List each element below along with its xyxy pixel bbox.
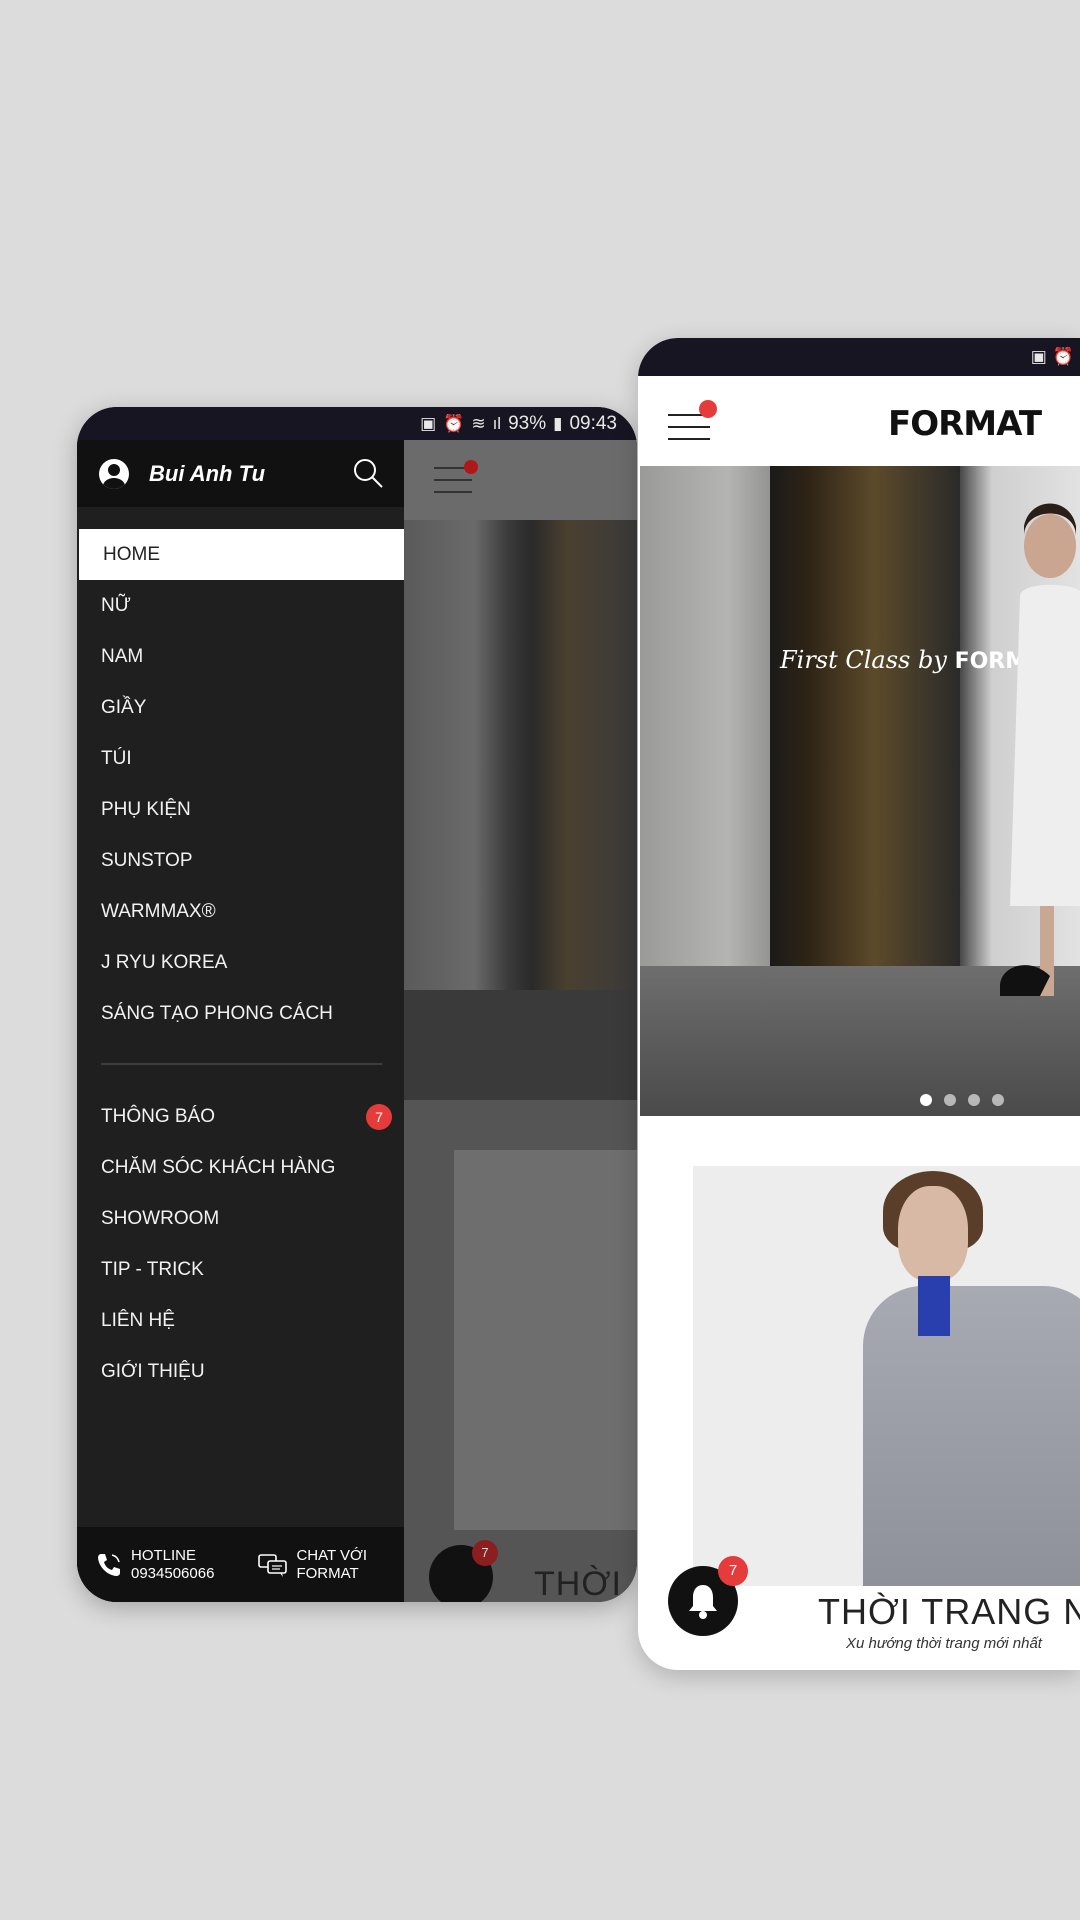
battery-percent: 93% xyxy=(508,412,547,434)
menu-divider xyxy=(101,1063,382,1065)
menu-item-label: THÔNG BÁO xyxy=(101,1106,216,1127)
wifi-icon: ≋ xyxy=(471,413,486,433)
notification-badge: 7 xyxy=(718,1556,748,1586)
navigation-drawer: Bui Anh Tu HOME NỮ NAM GIẦY TÚI PHỤ KIỆN… xyxy=(77,440,404,1602)
lock-icon: ▣ xyxy=(420,413,437,433)
menu-secondary: THÔNG BÁO 7 CHĂM SÓC KHÁCH HÀNG SHOWROOM… xyxy=(77,1091,404,1397)
carousel-dot[interactable] xyxy=(920,1094,932,1106)
menu-item-j-ryu-korea[interactable]: J RYU KOREA xyxy=(77,937,404,988)
carousel-dots[interactable] xyxy=(920,1094,1004,1106)
search-icon[interactable] xyxy=(352,457,384,489)
drawer-footer: HOTLINE 0934506066 CHAT VỚI FORMAT xyxy=(77,1527,404,1602)
hero-sign-script: First Class xyxy=(780,646,911,674)
hero-banner[interactable]: First Class by FORMAT xyxy=(640,466,1080,1116)
overlay-hero-step xyxy=(404,990,637,1100)
hero-model-image xyxy=(1000,503,1080,996)
menu-notification-dot xyxy=(699,400,717,418)
alarm-icon: ⏰ xyxy=(1052,347,1074,366)
carousel-dot[interactable] xyxy=(992,1094,1004,1106)
menu-primary: HOME NỮ NAM GIẦY TÚI PHỤ KIỆN SUNSTOP WA… xyxy=(77,529,404,1039)
product-image-collar xyxy=(918,1276,950,1336)
menu-item-sunstop[interactable]: SUNSTOP xyxy=(77,835,404,886)
product-image-coat xyxy=(863,1286,1080,1586)
hero-doorway xyxy=(770,466,960,966)
signal-icon: ıl xyxy=(492,413,502,433)
menu-item-phu-kien[interactable]: PHỤ KIỆN xyxy=(77,784,404,835)
menu-item-nu[interactable]: NỮ xyxy=(77,580,404,631)
menu-item-tui[interactable]: TÚI xyxy=(77,733,404,784)
product-category-subtitle: Xu hướng thời trang mới nhất xyxy=(846,1635,1042,1652)
carousel-dot[interactable] xyxy=(968,1094,980,1106)
product-image-face xyxy=(898,1186,968,1281)
bell-icon xyxy=(689,1585,717,1619)
hotline-button[interactable]: HOTLINE 0934506066 xyxy=(95,1547,214,1583)
overlay-product-card xyxy=(454,1150,637,1530)
alarm-icon: ⏰ xyxy=(443,413,465,433)
phone-home-screen: ▣ ⏰ FORMAT First Class by FORMAT 7 THỜI … xyxy=(638,338,1080,1670)
menu-item-giay[interactable]: GIẦY xyxy=(77,682,404,733)
hotline-label: HOTLINE xyxy=(131,1546,197,1564)
dimmed-content-overlay[interactable]: 7 THỜI xyxy=(404,440,637,1602)
phone-icon xyxy=(98,1553,120,1576)
overlay-hero-image xyxy=(404,520,637,1100)
overlay-header xyxy=(404,440,637,520)
app-header: FORMAT xyxy=(638,376,1080,466)
status-bar: ▣ ⏰ ≋ ıl 93% ▮ 09:43 xyxy=(77,407,637,440)
user-name[interactable]: Bui Anh Tu xyxy=(149,461,265,487)
hotline-number: 0934506066 xyxy=(131,1564,215,1582)
menu-notification-dot xyxy=(464,460,478,474)
menu-item-tip-trick[interactable]: TIP - TRICK xyxy=(77,1244,404,1295)
brand-logo[interactable]: FORMAT xyxy=(888,404,1042,444)
avatar-icon[interactable] xyxy=(99,458,129,489)
notification-badge: 7 xyxy=(366,1104,392,1130)
hamburger-icon[interactable] xyxy=(668,414,710,450)
chat-icon xyxy=(258,1553,288,1577)
status-bar: ▣ ⏰ xyxy=(638,338,1080,376)
menu-item-sang-tao-phong-cach[interactable]: SÁNG TẠO PHONG CÁCH xyxy=(77,988,404,1039)
menu-item-nam[interactable]: NAM xyxy=(77,631,404,682)
menu-item-showroom[interactable]: SHOWROOM xyxy=(77,1193,404,1244)
battery-icon: ▮ xyxy=(553,413,563,433)
chat-label-line1: CHAT VỚI xyxy=(296,1546,368,1564)
menu-item-warmmax[interactable]: WARMMAX® xyxy=(77,886,404,937)
menu-item-thong-bao[interactable]: THÔNG BÁO 7 xyxy=(77,1091,404,1142)
carousel-dot[interactable] xyxy=(944,1094,956,1106)
menu-item-gioi-thieu[interactable]: GIỚI THIỆU xyxy=(77,1346,404,1397)
menu-item-lien-he[interactable]: LIÊN HỆ xyxy=(77,1295,404,1346)
chat-button[interactable]: CHAT VỚI FORMAT xyxy=(258,1547,367,1583)
chat-label-line2: FORMAT xyxy=(296,1564,359,1582)
menu-item-home[interactable]: HOME xyxy=(79,529,404,580)
clock: 09:43 xyxy=(569,412,617,434)
overlay-product-title: THỜI xyxy=(534,1565,622,1602)
overlay-bell-badge: 7 xyxy=(472,1540,498,1566)
phone-menu-screen: ▣ ⏰ ≋ ıl 93% ▮ 09:43 Bui Anh Tu HOME NỮ … xyxy=(77,407,637,1602)
drawer-header: Bui Anh Tu xyxy=(77,440,404,507)
lock-icon: ▣ xyxy=(1030,347,1047,366)
product-category-card[interactable] xyxy=(693,1166,1080,1586)
product-category-title[interactable]: THỜI TRANG NỮ xyxy=(818,1591,1080,1633)
menu-item-cham-soc-khach-hang[interactable]: CHĂM SÓC KHÁCH HÀNG xyxy=(77,1142,404,1193)
